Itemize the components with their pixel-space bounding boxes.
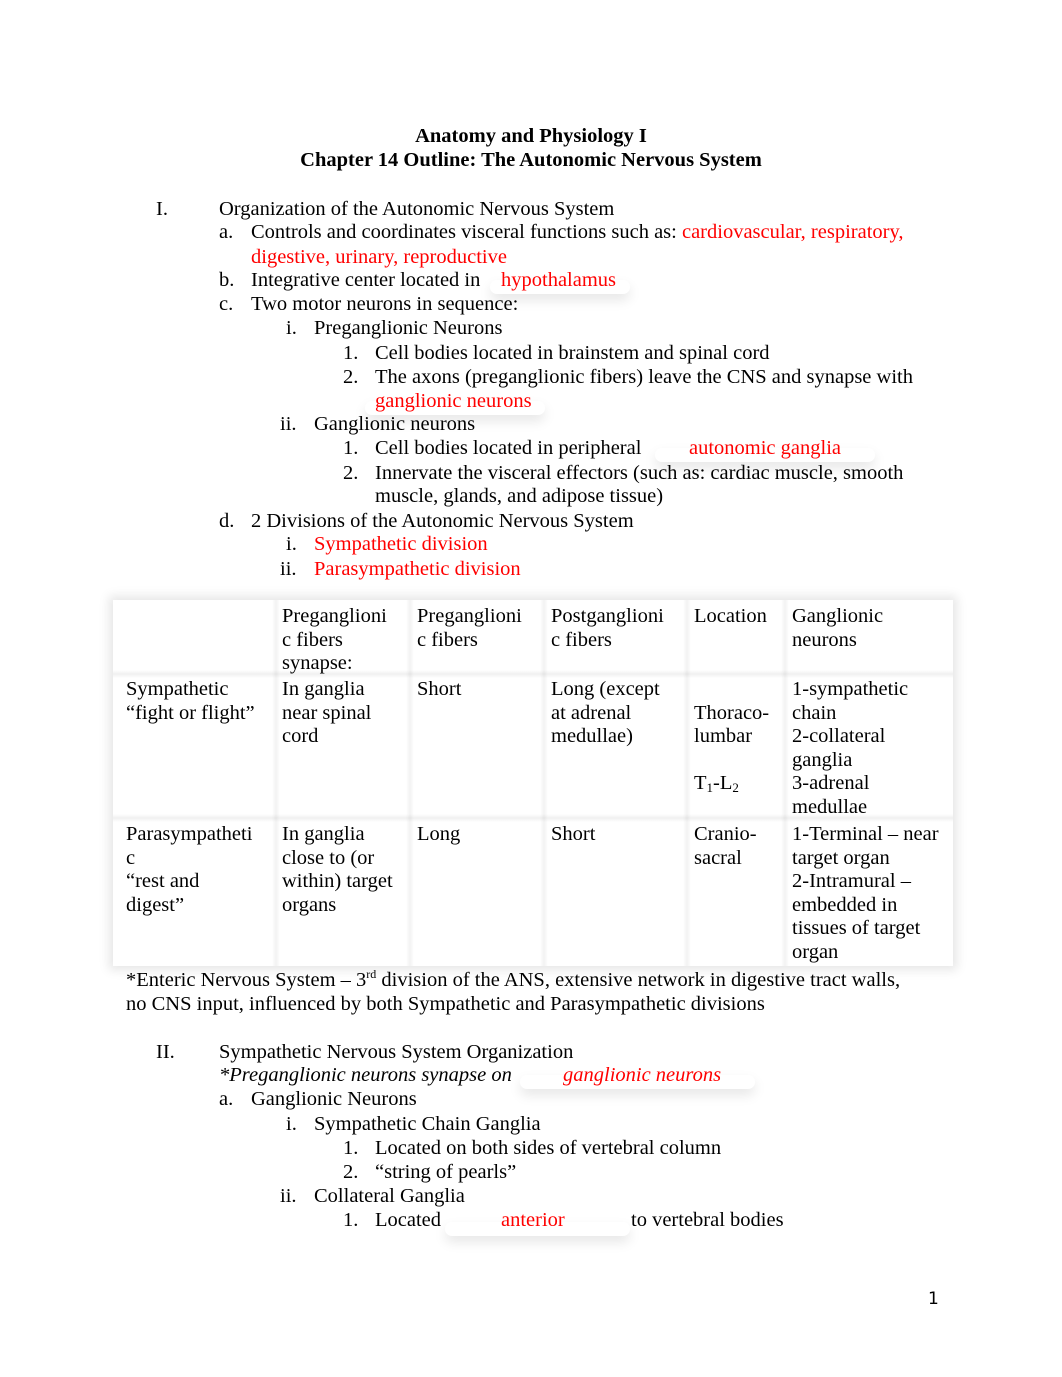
note-text: *Enteric Nervous System – 3: [126, 969, 367, 991]
list-marker: a.: [219, 1088, 234, 1110]
list-item-text: Controls and coordinates visceral functi…: [251, 220, 904, 244]
list-item-text: Integrative center located in: [251, 269, 481, 291]
table-col-divider: [272, 600, 280, 966]
list-item-text: muscle, glands, and adipose tissue): [375, 485, 664, 507]
answer-text: anterior: [501, 1209, 565, 1231]
answer-text: hypothalamus: [501, 269, 617, 291]
table-cell-ganglionic: 1-Terminal – near target organ 2-Intramu…: [792, 823, 939, 963]
answer-text: Sympathetic division: [314, 533, 488, 555]
list-item-text: Ganglionic neurons: [314, 413, 476, 435]
answer-text: digestive, urinary, reproductive: [251, 246, 507, 268]
list-item-text: to vertebral bodies: [631, 1209, 784, 1231]
location-vertebrae: T1-L2: [694, 772, 739, 794]
ordinal-suffix: rd: [366, 967, 377, 981]
list-item-text: Sympathetic Chain Ganglia: [314, 1113, 541, 1135]
section-heading: Sympathetic Nervous System Organization: [219, 1041, 574, 1063]
list-item-text: The axons (preganglionic fibers) leave t…: [375, 366, 913, 388]
answer-text: ganglionic neurons: [375, 390, 532, 412]
list-marker: ii.: [280, 558, 297, 580]
location-text: Thoraco- lumbar: [694, 701, 770, 748]
section-numeral: II.: [156, 1041, 175, 1063]
table-col-divider: [683, 600, 691, 966]
list-item-text: Cell bodies located in brainstem and spi…: [375, 342, 770, 364]
table-header-cell: Preganglioni c fibers synapse:: [282, 605, 387, 674]
list-item-text: “string of pearls”: [375, 1161, 517, 1183]
table-cell-postganglionic: Short: [551, 823, 596, 845]
table-cell-location: Cranio- sacral: [694, 823, 757, 869]
table-cell-division: Parasympatheti c “rest and digest”: [126, 823, 253, 916]
table-cell-synapse: In ganglia close to (or within) target o…: [282, 823, 393, 916]
item-text: Controls and coordinates visceral functi…: [251, 221, 682, 243]
list-marker: a.: [219, 221, 234, 243]
answer-text: ganglionic neurons: [563, 1064, 722, 1086]
list-marker: d.: [219, 510, 235, 532]
table-header-cell: Preganglioni c fibers: [417, 605, 522, 651]
list-marker: 1.: [343, 1209, 359, 1231]
list-item-text: Innervate the visceral effectors (such a…: [375, 462, 904, 484]
answer-text: autonomic ganglia: [689, 437, 841, 459]
list-marker: b.: [219, 269, 235, 291]
table-header-cell: Postganglioni c fibers: [551, 605, 664, 651]
list-item-text: Ganglionic Neurons: [251, 1088, 417, 1110]
list-marker: i.: [286, 317, 297, 339]
list-marker: ii.: [280, 413, 297, 435]
table-col-divider: [406, 600, 414, 966]
table-cell-synapse: In ganglia near spinal cord: [282, 678, 372, 747]
note-text: *Preganglionic neurons synapse on: [219, 1064, 512, 1086]
vertebra-letter: T: [694, 772, 707, 794]
table-cell-preganglionic: Long: [417, 823, 461, 845]
table-cell-postganglionic: Long (except at adrenal medullae): [551, 678, 660, 747]
list-item-text: 2 Divisions of the Autonomic Nervous Sys…: [251, 510, 634, 532]
note-text: division of the ANS, extensive network i…: [376, 969, 901, 991]
list-marker: c.: [219, 293, 234, 315]
list-marker: i.: [286, 1113, 297, 1135]
list-item-text: Located: [375, 1209, 442, 1231]
list-marker: i.: [286, 533, 297, 555]
chapter-title: Chapter 14 Outline: The Autonomic Nervou…: [300, 149, 762, 171]
list-item-text: Collateral Ganglia: [314, 1185, 465, 1207]
table-cell-location: Thoraco- lumbar T1-L2: [694, 678, 769, 796]
table-header-cell: Location: [694, 605, 767, 627]
list-marker: 2.: [343, 462, 359, 484]
list-item-text: Preganglionic Neurons: [314, 317, 503, 339]
list-item-text: Two motor neurons in sequence:: [251, 293, 519, 315]
answer-text: cardiovascular, respiratory,: [681, 221, 904, 243]
vertebra-number: 2: [732, 780, 739, 795]
list-marker: 1.: [343, 1137, 359, 1159]
course-title: Anatomy and Physiology I: [415, 125, 647, 147]
list-item-text: Cell bodies located in peripheral: [375, 437, 642, 459]
vertebra-letter: -L: [713, 772, 733, 794]
list-marker: ii.: [280, 1185, 297, 1207]
table-cell-ganglionic: 1-sympathetic chain 2-collateral ganglia…: [792, 678, 909, 818]
section-numeral: I.: [156, 198, 168, 220]
table-row-divider: [113, 670, 953, 678]
table-header-cell: Ganglionic neurons: [792, 605, 884, 651]
enteric-note-line1: *Enteric Nervous System – 3rd division o…: [126, 968, 900, 992]
enteric-note-line2: no CNS input, influenced by both Sympath…: [126, 993, 765, 1015]
list-marker: 2.: [343, 1161, 359, 1183]
answer-text: Parasympathetic division: [314, 558, 521, 580]
table-cell-division: Sympathetic “fight or flight”: [126, 678, 255, 724]
list-item-text: Located on both sides of vertebral colum…: [375, 1137, 722, 1159]
table-col-divider: [781, 600, 789, 966]
list-marker: 1.: [343, 437, 359, 459]
list-marker: 2.: [343, 366, 359, 388]
table-cell-preganglionic: Short: [417, 678, 462, 700]
section-heading: Organization of the Autonomic Nervous Sy…: [219, 198, 615, 220]
page-number: 1: [928, 1289, 939, 1309]
table-col-divider: [540, 600, 548, 966]
list-marker: 1.: [343, 342, 359, 364]
